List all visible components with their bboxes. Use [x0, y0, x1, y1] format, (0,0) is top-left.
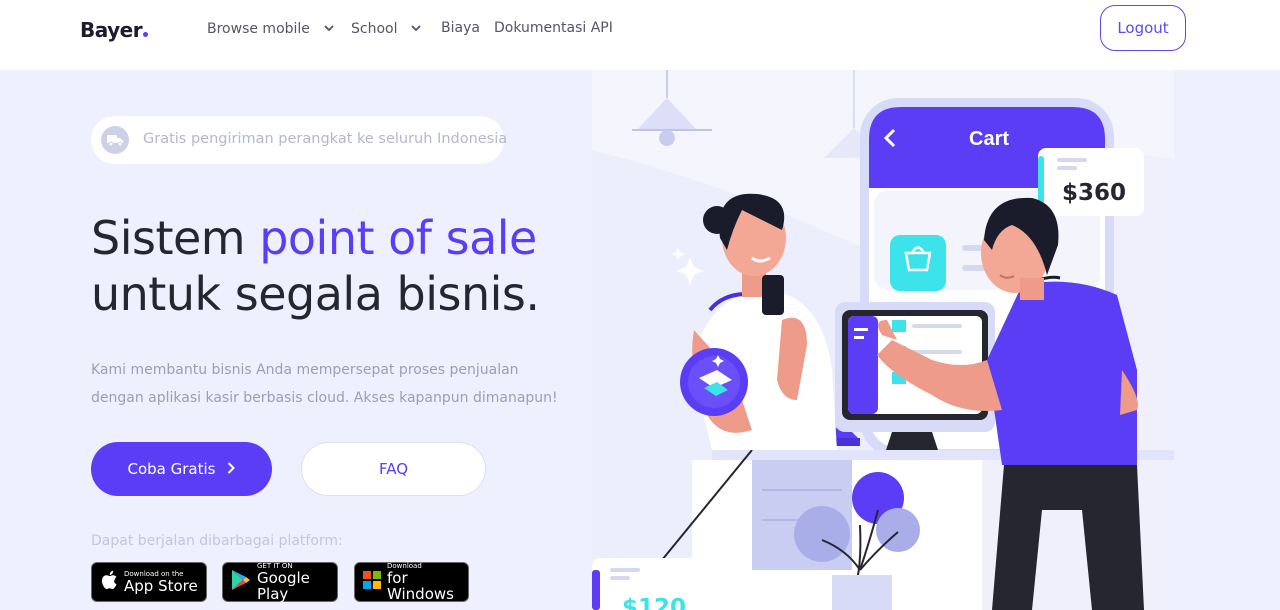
- hero-title: Sistem point of sale untuk segala bisnis…: [91, 210, 540, 322]
- free-shipping-text: Gratis pengiriman perangkat ke seluruh I…: [143, 131, 508, 147]
- brand-logo[interactable]: Bayer: [80, 18, 149, 42]
- nav-item-label: School: [351, 21, 398, 37]
- apple-icon: [100, 570, 118, 594]
- try-free-label: Coba Gratis: [127, 460, 216, 478]
- windows-badge[interactable]: Download for Windows: [354, 562, 469, 602]
- hero-title-line2: untuk segala bisnis.: [91, 267, 540, 321]
- hero-title-prefix: Sistem: [91, 211, 260, 265]
- logout-button[interactable]: Logout: [1100, 5, 1186, 51]
- try-free-button[interactable]: Coba Gratis: [91, 442, 272, 496]
- store-main-label: App Store: [124, 577, 198, 595]
- google-play-badge[interactable]: GET IT ON Google Play: [222, 562, 338, 602]
- truck-icon: [101, 126, 129, 154]
- price-main: $360: [1062, 180, 1126, 206]
- chevron-down-icon: [324, 20, 334, 36]
- price-secondary: $120: [622, 595, 686, 610]
- windows-icon: [363, 571, 381, 593]
- hero-description: Kami membantu bisnis Anda mempersepat pr…: [91, 362, 558, 406]
- nav-item-label: Browse mobile: [207, 21, 310, 37]
- nav-item-dokumentasi-api[interactable]: Dokumentasi API: [494, 20, 613, 36]
- store-main-label: for Windows: [387, 569, 454, 603]
- nav-item-biaya[interactable]: Biaya: [441, 20, 480, 36]
- nav-item-browse-mobile[interactable]: Browse mobile: [207, 20, 334, 37]
- faq-button[interactable]: FAQ: [301, 442, 486, 496]
- nav-item-label: Dokumentasi API: [494, 20, 613, 36]
- pos-illustration-svg: Cart $360 $120: [592, 70, 1174, 610]
- store-main-label: Google Play: [257, 569, 310, 603]
- chevron-right-icon: [227, 460, 236, 478]
- cart-title: Cart: [969, 128, 1009, 150]
- google-play-icon: [231, 569, 251, 595]
- platforms-label: Dapat berjalan dibarbagai platform:: [91, 533, 343, 549]
- chevron-down-icon: [411, 20, 422, 36]
- nav-item-label: Biaya: [441, 20, 480, 36]
- hero-illustration: Cart $360 $120: [592, 70, 1174, 610]
- app-store-badge[interactable]: Download on the App Store: [91, 562, 207, 602]
- nav-item-school[interactable]: School: [351, 20, 422, 37]
- logo-dot: [143, 32, 149, 37]
- top-navbar: Bayer Browse mobile School Biaya Dokumen…: [0, 0, 1280, 70]
- free-shipping-badge: Gratis pengiriman perangkat ke seluruh I…: [91, 116, 508, 164]
- hero-title-highlight: point of sale: [259, 211, 537, 265]
